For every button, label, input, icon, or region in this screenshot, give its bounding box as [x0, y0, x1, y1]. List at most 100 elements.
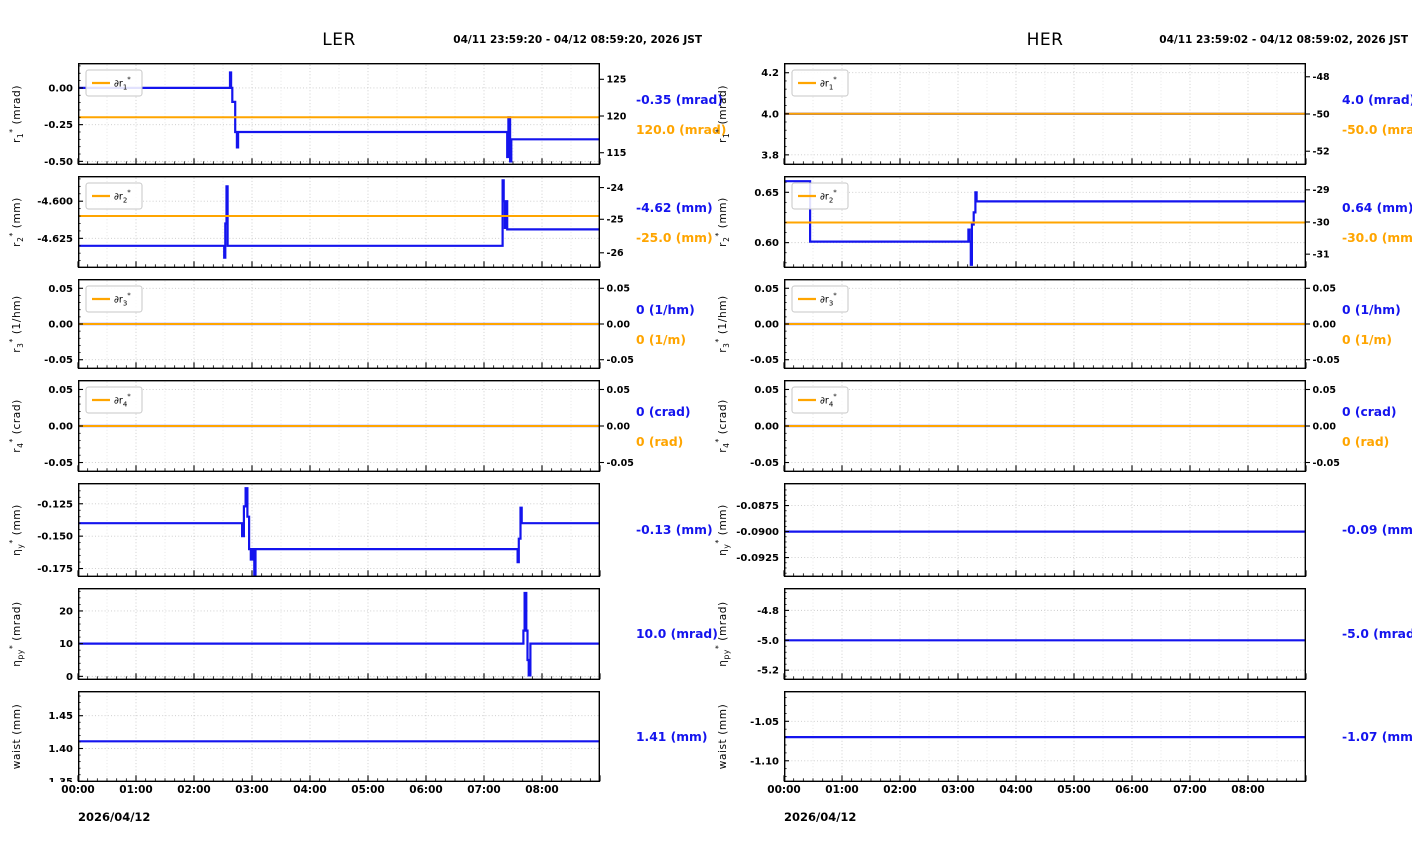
y-axis-label: r4* (crad)	[8, 399, 25, 453]
x-tick-label: 03:00	[941, 784, 975, 796]
svg-text:-0.05: -0.05	[750, 458, 779, 469]
svg-text:-26: -26	[607, 248, 625, 259]
svg-text:115: 115	[607, 148, 627, 159]
svg-text:0.00: 0.00	[754, 422, 779, 433]
panel-r4: 0.05 0.00 -0.05 0.05 0.00 -0.05 ∂r4* r4* (crad)…	[0, 380, 706, 472]
panel-r3: 0.05 0.00 -0.05 0.05 0.00 -0.05 ∂r3* r3* (1/hm)…	[706, 279, 1412, 369]
legend-r4: ∂r4*	[85, 386, 143, 414]
plot-r1: 0.00 -0.25 -0.50 125 120 115 ∂r1* r1* (mrad)	[8, 63, 627, 165]
readout-r3-orange: 0 (1/m)	[636, 333, 686, 347]
svg-text:0.00: 0.00	[1313, 319, 1337, 330]
readout-r3-orange: 0 (1/m)	[1342, 333, 1392, 347]
readout-r2-blue: 0.64 (mm)	[1342, 201, 1412, 215]
plot-r3: 0.05 0.00 -0.05 0.05 0.00 -0.05 ∂r3* r3* (1/hm)	[8, 279, 634, 369]
y-axis-label: r3* (1/hm)	[714, 295, 731, 353]
ler-date-range: 04/11 23:59:20 - 04/12 08:59:20, 2026 JS…	[453, 34, 702, 46]
readout-eta-y-blue: -0.13 (mm)	[636, 523, 713, 537]
x-tick-label: 03:00	[235, 784, 269, 796]
panel-r3: 0.05 0.00 -0.05 0.05 0.00 -0.05 ∂r3* r3* (1/hm)…	[0, 279, 706, 369]
svg-text:-0.05: -0.05	[1313, 355, 1340, 366]
svg-text:125: 125	[607, 75, 627, 86]
readout-r2-blue: -4.62 (mm)	[636, 201, 713, 215]
readout-r1-blue: 4.0 (mrad)	[1342, 93, 1412, 107]
y-axis-label: ηpy* (mrad)	[8, 601, 25, 666]
x-tick-label: 07:00	[467, 784, 501, 796]
readout-r4-blue: 0 (crad)	[1342, 405, 1397, 419]
y-axis-label: r4* (crad)	[714, 399, 731, 453]
svg-text:120: 120	[607, 111, 627, 122]
column-ler: LER 04/11 23:59:20 - 04/12 08:59:20, 202…	[0, 0, 726, 864]
x-tick-label: 07:00	[1173, 784, 1207, 796]
panel-eta-y: -0.125 -0.150 -0.175 ηy* (mm) -0.13 (mm)	[0, 483, 713, 577]
readout-r4-blue: 0 (crad)	[636, 405, 691, 419]
legend-r2: ∂r2*	[85, 182, 143, 210]
svg-text:-0.05: -0.05	[750, 355, 779, 366]
svg-text:0.60: 0.60	[754, 238, 779, 249]
svg-text:-0.05: -0.05	[44, 355, 73, 366]
legend-r2: ∂r2*	[791, 182, 849, 210]
svg-text:0.00: 0.00	[48, 320, 73, 331]
readout-eta-py-blue: -5.0 (mrad)	[1342, 627, 1412, 641]
svg-text:-0.0925: -0.0925	[736, 553, 779, 564]
panel-r1: 0.00 -0.25 -0.50 125 120 115 ∂r1* r1* (mrad) -0.…	[0, 63, 726, 165]
plot-r2: -4.600 -4.625 -24 -25 -26 ∂r2* r2* (mm)	[8, 176, 625, 268]
y-axis-label: r2* (mm)	[8, 197, 25, 247]
panel-r1: 4.2 4.0 3.8 -48 -50 -52 ∂r1* r1* (mrad) 4.0 (mra…	[706, 63, 1412, 165]
her-date-range: 04/11 23:59:02 - 04/12 08:59:02, 2026 JS…	[1159, 34, 1408, 46]
svg-text:-0.175: -0.175	[37, 564, 73, 575]
svg-text:-30: -30	[1313, 217, 1331, 228]
y-axis-label: r3* (1/hm)	[8, 295, 25, 353]
column-her: HER 04/11 23:59:02 - 04/12 08:59:02, 202…	[706, 0, 1412, 864]
plot-r4: 0.05 0.00 -0.05 0.05 0.00 -0.05 ∂r4* r4* (crad)	[8, 380, 634, 472]
ler-x-axis-date: 2026/04/12	[78, 810, 151, 824]
y-axis-label: waist (mm)	[11, 704, 23, 770]
y-axis-label: waist (mm)	[717, 704, 729, 770]
plot-eta-y: -0.0875 -0.0900 -0.0925 ηy* (mm)	[714, 483, 1307, 577]
ler-x-axis-labels: 00:00 01:00 02:00 03:00 04:00 05:00 06:00 07:00…	[0, 784, 706, 800]
legend-r3: ∂r3*	[791, 285, 849, 313]
readout-r3-blue: 0 (1/hm)	[1342, 303, 1401, 317]
svg-text:-48: -48	[1313, 72, 1331, 83]
x-tick-label: 08:00	[525, 784, 559, 796]
readout-r4-orange: 0 (rad)	[636, 435, 684, 449]
svg-text:4.0: 4.0	[761, 109, 779, 120]
panel-eta-y: -0.0875 -0.0900 -0.0925 ηy* (mm) -0.09 (mm)	[706, 483, 1412, 577]
readout-waist-blue: -1.07 (mm)	[1342, 729, 1412, 744]
svg-text:-0.0875: -0.0875	[736, 501, 779, 512]
y-axis-label: ηy* (mm)	[8, 504, 25, 556]
svg-text:0.05: 0.05	[607, 385, 630, 396]
readout-waist-blue: 1.41 (mm)	[636, 729, 708, 744]
plot-eta-y: -0.125 -0.150 -0.175 ηy* (mm)	[8, 483, 601, 577]
plot-r2: 0.65 0.60 -29 -30 -31 ∂r2* r2* (mm)	[714, 176, 1331, 268]
panel-r4: 0.05 0.00 -0.05 0.05 0.00 -0.05 ∂r4* r4* (crad)…	[706, 380, 1412, 472]
svg-text:-4.8: -4.8	[757, 606, 779, 617]
panel-r2: -4.600 -4.625 -24 -25 -26 ∂r2* r2* (mm) -4.62 (…	[0, 176, 713, 268]
svg-text:-5.0: -5.0	[757, 636, 779, 647]
x-tick-label: 04:00	[999, 784, 1033, 796]
svg-text:10: 10	[59, 639, 73, 650]
y-axis-label: r1* (mrad)	[714, 85, 731, 143]
panel-eta-py: 20 10 0 ηpy* (mrad) 10.0 (mrad)	[0, 588, 718, 680]
svg-text:-31: -31	[1313, 249, 1330, 260]
svg-text:0.00: 0.00	[1313, 421, 1337, 432]
readout-r4-orange: 0 (rad)	[1342, 435, 1390, 449]
svg-text:-0.150: -0.150	[37, 532, 73, 543]
x-tick-label: 00:00	[61, 784, 95, 796]
plot-r1: 4.2 4.0 3.8 -48 -50 -52 ∂r1* r1* (mrad)	[714, 63, 1331, 165]
y-axis-label: r2* (mm)	[714, 197, 731, 247]
legend-r4: ∂r4*	[791, 386, 849, 414]
svg-text:-4.625: -4.625	[37, 234, 73, 245]
legend-r3: ∂r3*	[85, 285, 143, 313]
svg-text:-0.125: -0.125	[37, 499, 73, 510]
svg-text:0.00: 0.00	[607, 421, 631, 432]
svg-text:0.05: 0.05	[754, 385, 779, 396]
x-tick-label: 06:00	[409, 784, 443, 796]
svg-text:0.05: 0.05	[1313, 284, 1336, 295]
plot-waist: 1.45 1.40 1.35 waist (mm)	[11, 691, 601, 782]
svg-text:-25: -25	[607, 215, 624, 226]
x-tick-label: 00:00	[767, 784, 801, 796]
svg-text:-29: -29	[1313, 185, 1330, 196]
her-x-axis-labels: 00:00 01:00 02:00 03:00 04:00 05:00 06:00 07:00…	[706, 784, 1412, 800]
svg-text:4.2: 4.2	[761, 68, 779, 79]
svg-text:-0.50: -0.50	[44, 157, 73, 165]
